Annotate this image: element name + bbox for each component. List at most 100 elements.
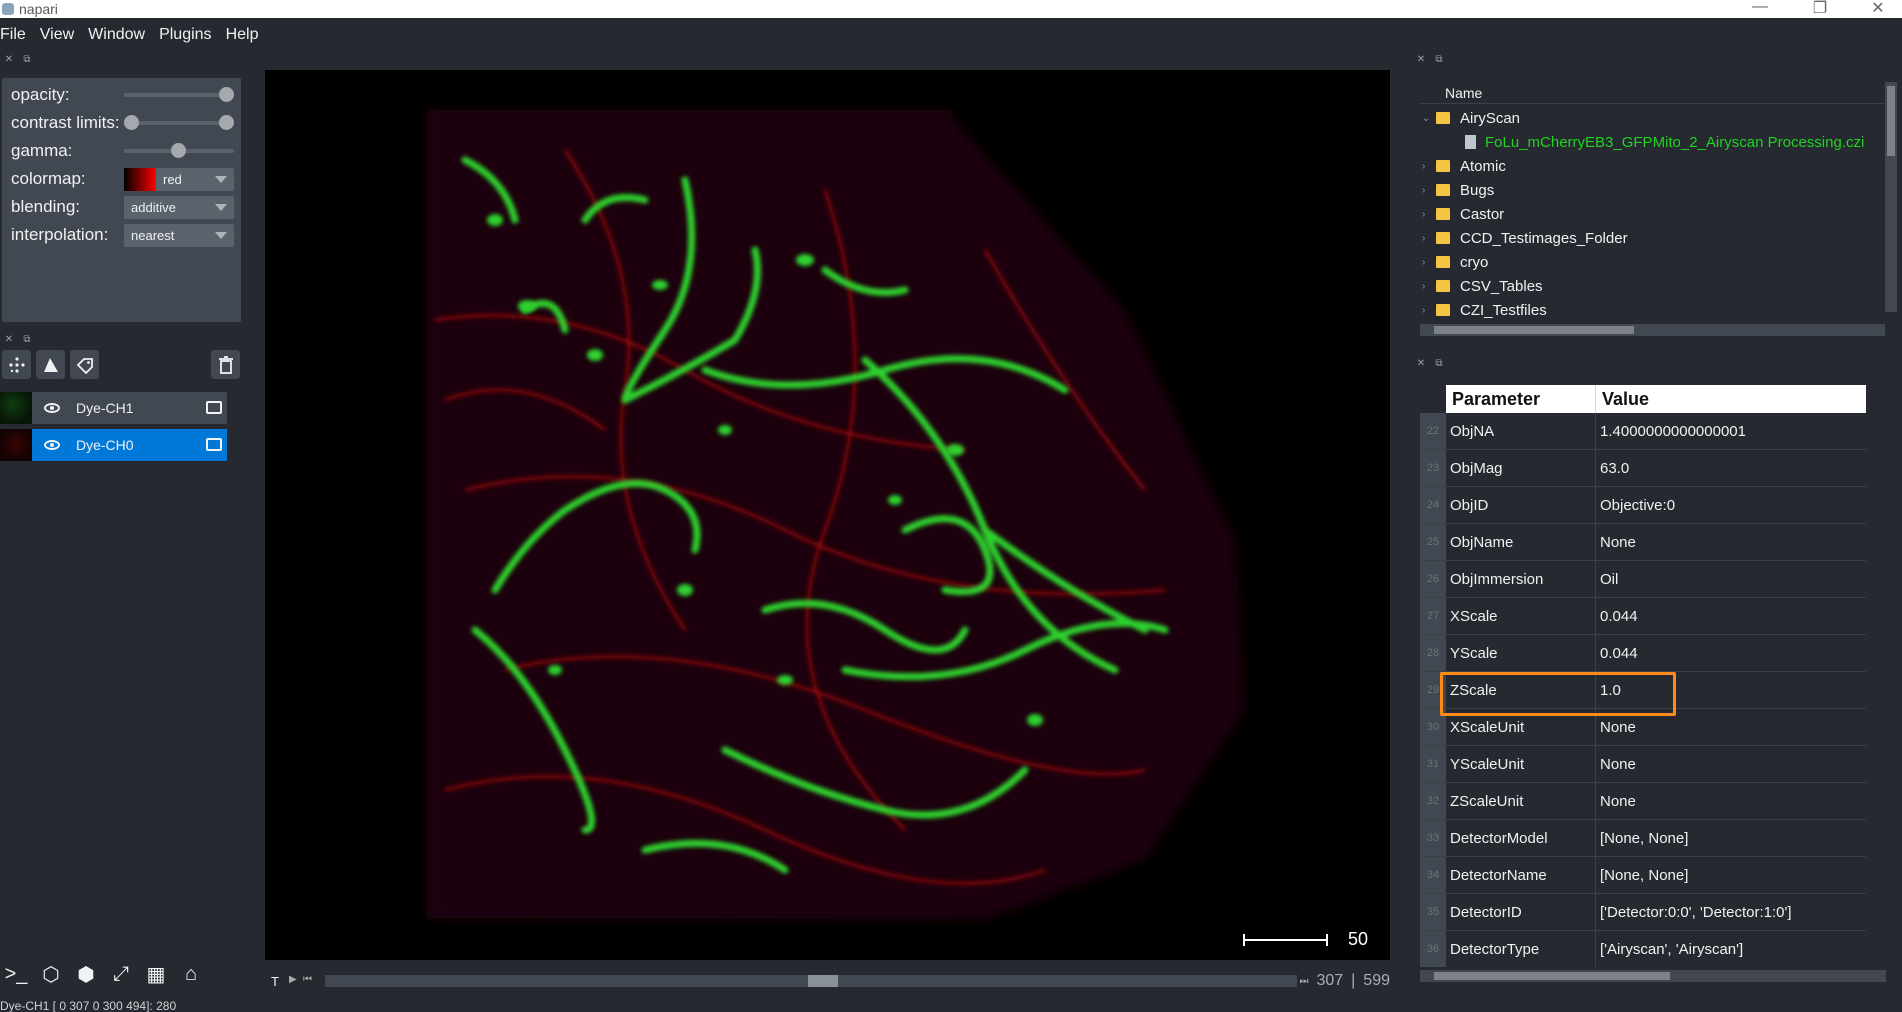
contrast-low-handle[interactable] [124, 115, 139, 130]
gamma-slider[interactable] [124, 143, 234, 158]
new-labels-layer-button[interactable] [70, 350, 99, 379]
file-browser-vscrollbar[interactable] [1885, 82, 1897, 312]
dock-float-icon[interactable]: ⧉ [1434, 54, 1444, 65]
scrollbar-thumb[interactable] [1434, 326, 1634, 334]
table-row[interactable]: 32 ZScaleUnit None [1420, 783, 1866, 820]
layer-item[interactable]: Dye-CH1 [0, 392, 227, 424]
table-row[interactable]: 35 DetectorID ['Detector:0:0', 'Detector:1… [1420, 894, 1866, 931]
frame-slider-handle[interactable] [808, 975, 838, 987]
colormap-select[interactable]: red [156, 167, 234, 191]
table-row[interactable]: 36 DetectorType ['Airyscan', 'Airyscan'] [1420, 931, 1866, 967]
value-cell[interactable]: 1.4000000000000001 [1596, 413, 1866, 449]
contrast-high-handle[interactable] [219, 115, 234, 130]
chevron-right-icon[interactable]: › [1422, 257, 1436, 268]
table-row[interactable]: 31 YScaleUnit None [1420, 746, 1866, 783]
value-cell[interactable]: 63.0 [1596, 450, 1866, 486]
param-cell[interactable]: ObjMag [1446, 450, 1596, 486]
delete-layer-button[interactable] [211, 350, 240, 379]
dock-float-icon[interactable]: ⧉ [1434, 358, 1444, 369]
new-points-layer-button[interactable] [2, 350, 31, 379]
transpose-button[interactable]: ⤢ [107, 960, 135, 988]
layer-row-body-selected[interactable]: Dye-CH0 [32, 429, 227, 461]
file-browser-hscrollbar[interactable] [1420, 324, 1885, 336]
tree-item-folder[interactable]: › cryo [1422, 250, 1488, 274]
param-cell[interactable]: DetectorName [1446, 857, 1596, 893]
console-button[interactable]: >_ [2, 960, 30, 988]
tree-item-folder[interactable]: › CZI_Testfiles [1422, 298, 1547, 322]
layer-item[interactable]: Dye-CH0 [0, 429, 227, 461]
tree-item-file[interactable]: FoLu_mCherryEB3_GFPMito_2_Airyscan Proce… [1465, 130, 1864, 154]
param-cell[interactable]: ObjImmersion [1446, 561, 1596, 597]
menu-view[interactable]: View [33, 26, 81, 44]
tree-item-folder[interactable]: › Castor [1422, 202, 1504, 226]
value-cell[interactable]: [None, None] [1596, 857, 1866, 893]
column-header-value[interactable]: Value [1596, 385, 1649, 413]
grid-button[interactable]: ▦ [142, 960, 170, 988]
param-cell[interactable]: ObjNA [1446, 413, 1596, 449]
minimize-icon[interactable]: — [1740, 0, 1780, 16]
file-browser-header[interactable]: Name [1420, 82, 1884, 104]
chevron-right-icon[interactable]: › [1422, 281, 1436, 292]
dock-float-icon[interactable]: ⧉ [22, 54, 32, 65]
table-row[interactable]: 23 ObjMag 63.0 [1420, 450, 1866, 487]
menu-file[interactable]: File [0, 26, 33, 44]
value-cell[interactable]: 0.044 [1596, 598, 1866, 634]
step-back-icon[interactable]: ⏮ [303, 974, 317, 988]
table-row[interactable]: 24 ObjID Objective:0 [1420, 487, 1866, 524]
eye-visibility-icon[interactable] [44, 403, 60, 413]
gamma-slider-handle[interactable] [171, 143, 186, 158]
dock-close-icon[interactable]: ✕ [4, 334, 14, 345]
current-frame[interactable]: 307 [1316, 972, 1343, 990]
param-cell[interactable]: DetectorType [1446, 931, 1596, 967]
param-cell[interactable]: XScale [1446, 598, 1596, 634]
column-header-parameter[interactable]: Parameter [1446, 385, 1596, 413]
value-cell[interactable]: ['Airyscan', 'Airyscan'] [1596, 931, 1866, 967]
scrollbar-thumb[interactable] [1887, 86, 1895, 156]
value-cell[interactable]: Objective:0 [1596, 487, 1866, 523]
layer-row-body[interactable]: Dye-CH1 [32, 392, 227, 424]
dock-close-icon[interactable]: ✕ [1416, 54, 1426, 65]
param-cell[interactable]: YScaleUnit [1446, 746, 1596, 782]
param-cell[interactable]: YScale [1446, 635, 1596, 671]
menu-plugins[interactable]: Plugins [152, 26, 218, 44]
roll-button[interactable]: ⬢ [72, 960, 100, 988]
value-cell[interactable]: [None, None] [1596, 820, 1866, 856]
blending-select[interactable]: additive [124, 195, 234, 219]
chevron-right-icon[interactable]: › [1422, 209, 1436, 220]
scrollbar-thumb[interactable] [1434, 972, 1670, 980]
table-row[interactable]: 25 ObjName None [1420, 524, 1866, 561]
tree-item-folder[interactable]: › CSV_Tables [1422, 274, 1543, 298]
restore-icon[interactable]: ❐ [1800, 0, 1840, 18]
value-cell[interactable]: None [1596, 524, 1866, 560]
image-canvas[interactable]: 50 [265, 70, 1390, 960]
frame-slider-track[interactable] [325, 975, 1297, 987]
param-cell[interactable]: DetectorID [1446, 894, 1596, 930]
tree-item-folder[interactable]: › CCD_Testimages_Folder [1422, 226, 1628, 250]
tree-item-folder[interactable]: › Bugs [1422, 178, 1494, 202]
table-row[interactable]: 33 DetectorModel [None, None] [1420, 820, 1866, 857]
home-button[interactable]: ⌂ [177, 960, 205, 988]
eye-visibility-icon[interactable] [44, 440, 60, 450]
table-row[interactable]: 22 ObjNA 1.4000000000000001 [1420, 413, 1866, 450]
close-icon[interactable]: ✕ [1858, 0, 1898, 18]
chevron-right-icon[interactable]: › [1422, 305, 1436, 316]
dock-close-icon[interactable]: ✕ [1416, 358, 1426, 369]
tree-item-folder[interactable]: ⌄ AiryScan [1422, 106, 1520, 130]
chevron-right-icon[interactable]: › [1422, 161, 1436, 172]
param-cell[interactable]: ObjID [1446, 487, 1596, 523]
metadata-hscrollbar[interactable] [1420, 970, 1886, 982]
opacity-slider-handle[interactable] [219, 87, 234, 102]
table-row[interactable]: 27 XScale 0.044 [1420, 598, 1866, 635]
menu-help[interactable]: Help [219, 26, 266, 44]
contrast-limits-slider[interactable] [124, 115, 234, 130]
value-cell[interactable]: Oil [1596, 561, 1866, 597]
param-cell[interactable]: ZScaleUnit [1446, 783, 1596, 819]
param-cell[interactable]: DetectorModel [1446, 820, 1596, 856]
dock-close-icon[interactable]: ✕ [4, 54, 14, 65]
table-row[interactable]: 34 DetectorName [None, None] [1420, 857, 1866, 894]
value-cell[interactable]: ['Detector:0:0', 'Detector:1:0'] [1596, 894, 1866, 930]
param-cell[interactable]: ObjName [1446, 524, 1596, 560]
new-shapes-layer-button[interactable] [36, 350, 65, 379]
play-icon[interactable]: ▶ [289, 974, 303, 988]
value-cell[interactable]: None [1596, 746, 1866, 782]
